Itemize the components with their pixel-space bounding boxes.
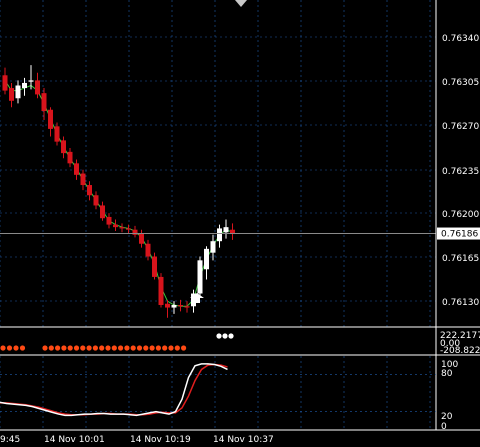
- candle-body: [171, 305, 177, 308]
- indicator-dot: [149, 345, 155, 351]
- price-tick: 0.76200: [442, 210, 479, 220]
- candle-body: [210, 241, 216, 253]
- candle-body: [74, 163, 79, 175]
- price-tick: 0.76235: [442, 167, 479, 177]
- indicator-dot: [168, 345, 174, 351]
- indicator-dot: [73, 345, 80, 351]
- indicator-dot: [155, 345, 161, 351]
- indicator-dot: [92, 345, 98, 351]
- indicator-dot: [216, 333, 222, 339]
- indicator-dot: [162, 345, 168, 351]
- candle-body: [87, 185, 92, 196]
- candle-body: [41, 93, 47, 112]
- indicator-dot: [228, 333, 234, 339]
- time-label: 14 Nov 10:01: [44, 435, 105, 445]
- candle-body: [54, 126, 60, 142]
- candle-body: [119, 227, 125, 229]
- candle-body: [67, 151, 73, 164]
- trading-chart[interactable]: 0.76340 0.76305 0.76270 0.76235 0.76200 …: [0, 0, 480, 447]
- indicator-dot: [55, 345, 61, 351]
- candle-body: [22, 82, 27, 89]
- indicator-dot: [6, 345, 13, 351]
- candle-body: [28, 80, 34, 82]
- indicator-dot: [99, 345, 105, 351]
- candle-body: [132, 229, 138, 235]
- candle-body: [9, 88, 14, 101]
- candle-body: [152, 256, 157, 277]
- stochastic-level: 80: [441, 369, 453, 379]
- candle-body: [145, 243, 151, 257]
- indicator-dot: [222, 333, 228, 339]
- price-tick: 0.76270: [442, 122, 479, 132]
- price-tick: 0.76130: [442, 298, 479, 308]
- indicator-dot: [80, 345, 86, 351]
- candle-body: [106, 216, 112, 225]
- indicator-dot: [136, 345, 143, 351]
- indicator-dot: [118, 345, 124, 351]
- indicator-dot: [143, 345, 149, 351]
- price-tick: 0.76165: [442, 254, 479, 264]
- candle-body: [80, 173, 86, 186]
- candle-body: [93, 195, 99, 206]
- indicator-dot: [48, 345, 54, 351]
- indicator-dot: [61, 345, 67, 351]
- candle-body: [139, 233, 144, 244]
- indicator-dot: [111, 345, 117, 351]
- candle-body: [35, 80, 40, 95]
- candle-body: [48, 109, 53, 129]
- indicator-dot: [42, 345, 48, 351]
- indicator-dot: [105, 345, 111, 351]
- indicator-dot: [67, 345, 73, 351]
- indicator-dot: [130, 345, 136, 351]
- price-tick: 0.76305: [442, 78, 479, 88]
- candle-body: [113, 224, 118, 228]
- candle-body: [197, 260, 203, 294]
- candle-body: [178, 305, 183, 307]
- candle-body: [2, 75, 8, 91]
- indicator-dot: [181, 345, 187, 351]
- candle-body: [126, 228, 131, 230]
- candle-body: [230, 229, 235, 234]
- chart-background: [0, 0, 480, 447]
- indicator-dot: [19, 345, 26, 351]
- candle-body: [217, 228, 222, 242]
- candle-body: [15, 85, 21, 99]
- candle-body: [100, 205, 105, 219]
- price-tick: 0.76340: [442, 34, 479, 44]
- candle-body: [223, 227, 229, 233]
- candle-body: [184, 306, 190, 308]
- stochastic-level: 20: [441, 412, 453, 422]
- current-price-label: 0.76186: [441, 230, 478, 240]
- time-label: 14 Nov 10:37: [213, 435, 274, 445]
- indicator-dot: [13, 345, 19, 351]
- time-label: 9:45: [0, 435, 20, 445]
- candle-body: [165, 303, 170, 308]
- candle-body: [204, 248, 209, 270]
- indicator-dot: [124, 345, 130, 351]
- time-label: 14 Nov 10:19: [130, 435, 191, 445]
- indicator-dot: [174, 345, 180, 351]
- candle-body: [158, 276, 164, 305]
- indicator-dot: [0, 345, 6, 351]
- indicator-dot: [86, 345, 92, 351]
- candle-body: [61, 140, 66, 154]
